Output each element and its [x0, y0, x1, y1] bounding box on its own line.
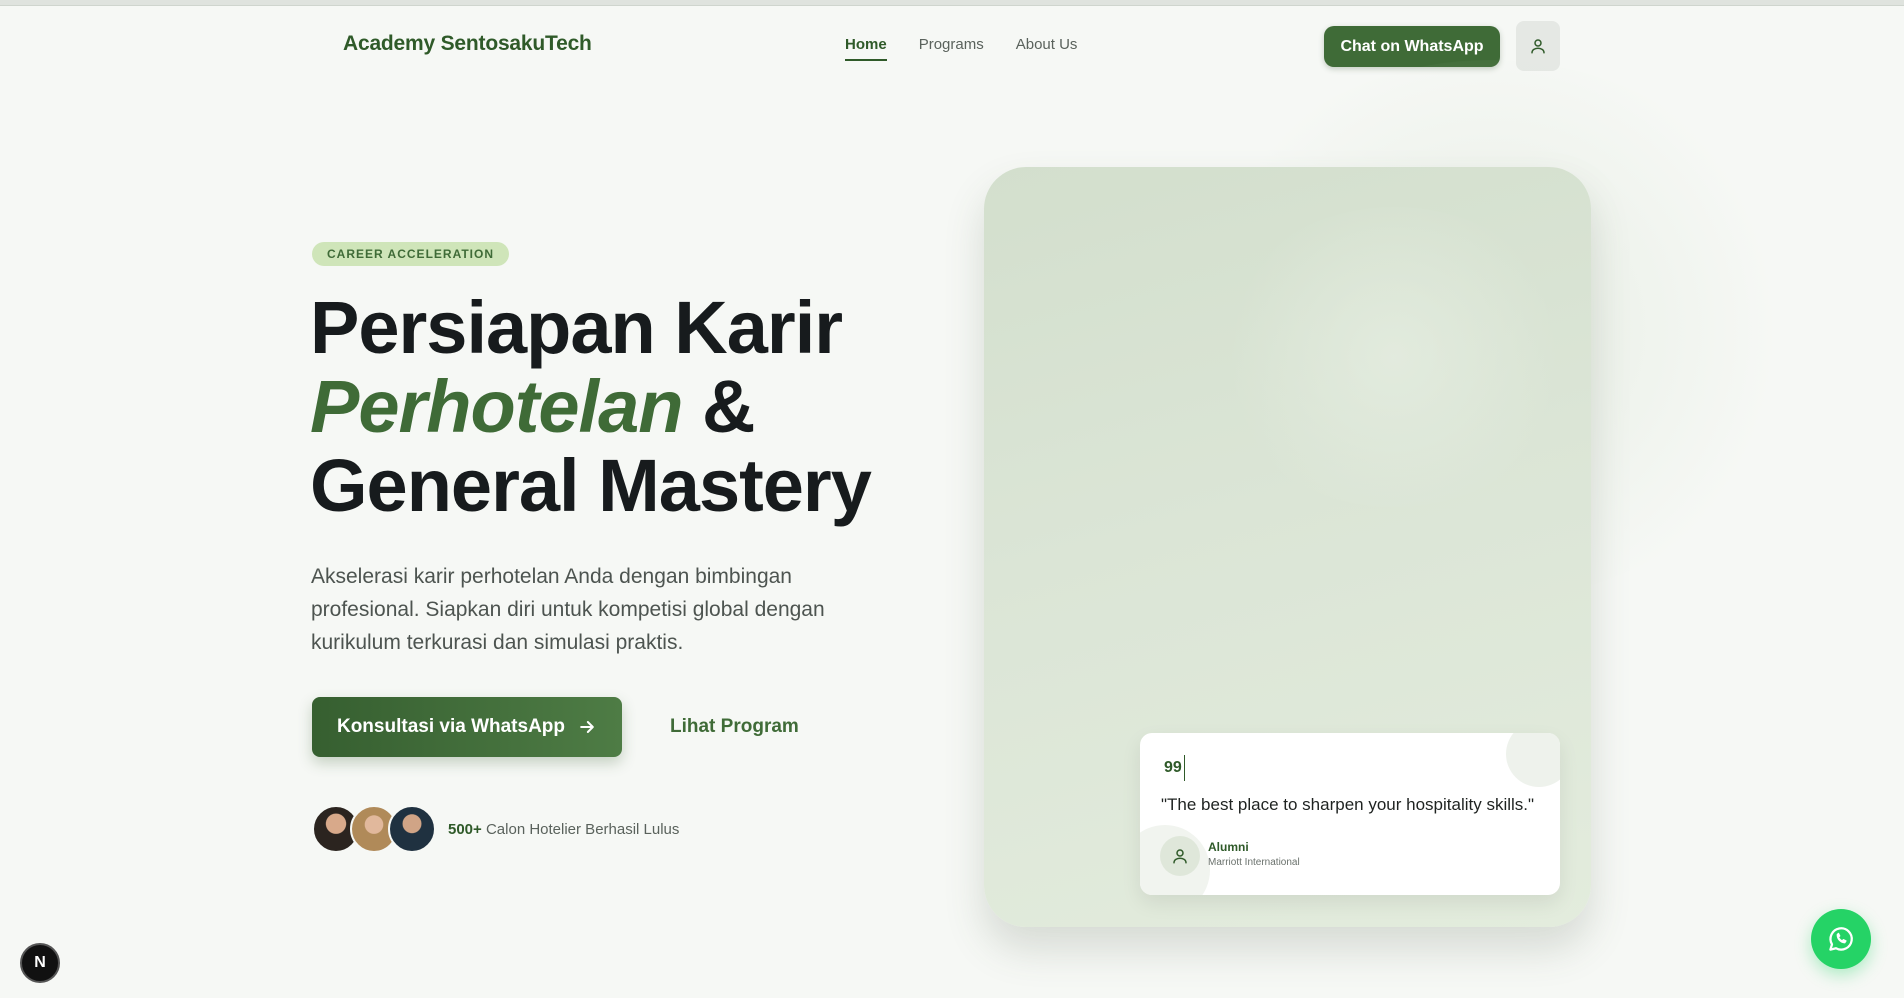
- consult-button-label: Konsultasi via WhatsApp: [336, 716, 566, 737]
- graduate-avatars: [312, 805, 436, 853]
- hero-description: Akselerasi karir perhotelan Anda dengan …: [311, 565, 825, 654]
- hero-title-line3: General Mastery: [310, 444, 872, 527]
- hero-title: Persiapan Karir Perhotelan & General Mas…: [310, 286, 872, 527]
- arrow-right-icon: [580, 721, 594, 733]
- testimonial-name: Alumni: [1208, 840, 1249, 854]
- hero-title-line1: Persiapan Karir: [310, 286, 843, 369]
- graduates-text: Calon Hotelier Berhasil Lulus: [485, 821, 680, 838]
- decor-circle: [1506, 733, 1560, 787]
- graduates-count: 500+: [448, 821, 482, 838]
- nav-programs[interactable]: Programs: [919, 36, 984, 61]
- nav-home[interactable]: Home: [845, 36, 887, 61]
- main-nav: Home Programs About Us: [845, 36, 1077, 61]
- view-programs-link[interactable]: Lihat Program: [670, 716, 799, 738]
- hero-title-ampersand: &: [702, 365, 755, 448]
- consult-whatsapp-button[interactable]: Konsultasi via WhatsApp: [312, 697, 622, 757]
- testimonial-quote: "The best place to sharpen your hospital…: [1161, 795, 1535, 814]
- avatar: [388, 805, 436, 853]
- card-highlight: [1214, 207, 1574, 507]
- nav-about-us[interactable]: About Us: [1016, 36, 1078, 61]
- testimonial-avatar: [1160, 836, 1200, 876]
- graduates-stat: 500+ Calon Hotelier Berhasil Lulus: [448, 821, 679, 838]
- quote-mark: 99: [1164, 755, 1185, 781]
- browser-top-border: [0, 0, 1904, 6]
- career-badge: CAREER ACCELERATION: [312, 242, 510, 266]
- hero-title-accent: Perhotelan: [310, 365, 683, 448]
- dev-tools-badge[interactable]: N: [20, 943, 60, 983]
- brand-logo[interactable]: Academy SentosakuTech: [343, 32, 592, 56]
- whatsapp-float-button[interactable]: [1811, 909, 1871, 969]
- user-icon: [1173, 849, 1187, 864]
- testimonial-card: 99 "The best place to sharpen your hospi…: [1140, 733, 1560, 895]
- whatsapp-icon: [1829, 927, 1853, 951]
- user-icon: [1531, 39, 1545, 54]
- testimonial-role: Marriott International: [1208, 857, 1300, 868]
